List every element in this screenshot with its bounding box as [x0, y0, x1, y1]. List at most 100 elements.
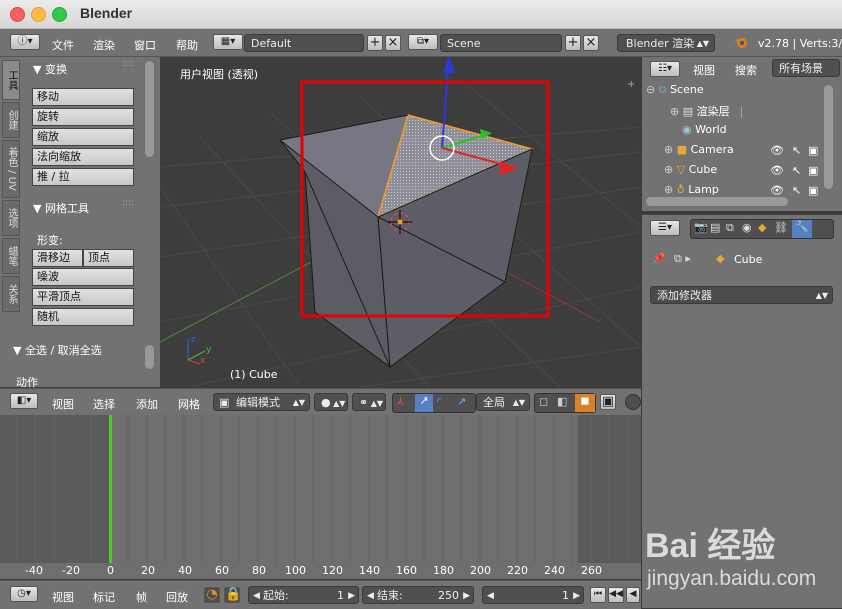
selectable-cursor-icon[interactable]: ↖ [792, 144, 801, 157]
move-button[interactable]: 移动 [32, 88, 134, 106]
render-tab-icon[interactable]: 📷 [694, 221, 708, 234]
mode-select[interactable]: ▣ 编辑模式 ▲▼ [213, 393, 310, 411]
menu-frame[interactable]: 帧 [136, 589, 147, 605]
tab-tools[interactable]: 工具 [2, 60, 20, 100]
transform-panel-header[interactable]: ▼ 变换 [33, 61, 67, 77]
renderable-camera-icon[interactable]: ▣ [808, 184, 818, 197]
tab-relations[interactable]: 关系 [2, 276, 20, 312]
increment-icon[interactable]: ▶ [573, 587, 580, 605]
selectable-cursor-icon[interactable]: ↖ [792, 164, 801, 177]
outliner-h-scrollbar[interactable] [646, 197, 788, 206]
visibility-eye-icon[interactable]: 👁 [770, 144, 784, 157]
select-mode-group[interactable]: ◻ ◧ ◼ [534, 393, 596, 413]
menu-render[interactable]: 渲染 [93, 37, 115, 53]
render-layers-tab-icon[interactable]: ▤ [710, 221, 720, 234]
menu-add[interactable]: 添加 [136, 396, 158, 412]
outliner-row-render-layers[interactable]: ⊕ ▤ 渲染层 | [670, 103, 820, 123]
tab-create[interactable]: 创建 [2, 102, 20, 138]
object-tab-icon[interactable]: ◆ [758, 221, 766, 234]
remove-screen-icon[interactable]: × [385, 35, 401, 51]
select-all-panel-header[interactable]: ▼ 全选 / 取消全选 [13, 342, 102, 358]
mesh-tools-panel-header[interactable]: ▼ 网格工具 [33, 200, 89, 216]
noise-button[interactable]: 噪波 [32, 268, 134, 286]
decrement-icon[interactable]: ◀ [487, 587, 494, 605]
viewport-shading-select[interactable]: ● ▲▼ [314, 393, 348, 411]
menu-help[interactable]: 帮助 [176, 37, 198, 53]
menu-mesh[interactable]: 网格 [178, 396, 200, 412]
editor-type-timeline-icon[interactable]: ◷▾ [10, 586, 38, 602]
occlude-geometry-icon[interactable]: ▣ [600, 394, 616, 410]
pivot-point-select[interactable]: ⚭ ▲▼ [352, 393, 386, 411]
menu-playback[interactable]: 回放 [166, 589, 188, 605]
outliner-filter-select[interactable]: 所有场景 [772, 59, 840, 77]
scene-icon[interactable]: ⧉▾ [408, 34, 438, 50]
operator-scrollbar[interactable] [145, 345, 154, 369]
outliner-scrollbar[interactable] [824, 85, 833, 189]
screen-layout-icon[interactable]: ▦▾ [213, 34, 243, 50]
editor-type-properties-icon[interactable]: ☰▾ [650, 220, 680, 236]
editor-type-info-button[interactable]: ⓘ▾ [10, 34, 40, 50]
jump-keyframe-back-icon[interactable]: ◀◀ [608, 587, 624, 603]
screen-layout-field[interactable]: Default [244, 34, 364, 52]
remove-scene-icon[interactable]: × [583, 35, 599, 51]
scene-field[interactable]: Scene [440, 34, 562, 52]
start-frame-field[interactable]: ◀ 起始: 1 ▶ [248, 586, 359, 604]
tools-scrollbar[interactable] [145, 61, 154, 157]
menu-window[interactable]: 窗口 [134, 37, 156, 53]
vertex-select-icon[interactable]: ◻ [539, 395, 548, 408]
timeline-area[interactable] [0, 415, 641, 579]
modifiers-wrench-tab-icon[interactable]: 🔧 [792, 220, 812, 238]
drag-handle-icon[interactable]: :::: [122, 59, 134, 69]
outliner-menu-view[interactable]: 视图 [693, 62, 715, 78]
smooth-vertex-button[interactable]: 平滑顶点 [32, 288, 134, 306]
scale-manipulator-icon[interactable]: ↗ [457, 395, 466, 408]
jump-start-icon[interactable]: ⏮ [590, 587, 606, 603]
menu-marker[interactable]: 标记 [93, 589, 115, 605]
rotate-manipulator-icon[interactable]: ◜ [437, 395, 441, 408]
zoom-window-button[interactable] [52, 7, 67, 22]
outliner-row-world[interactable]: ◉ World [682, 123, 822, 143]
editor-type-outliner-icon[interactable]: ☷▾ [650, 61, 680, 77]
cube-mesh[interactable] [279, 114, 535, 369]
close-window-button[interactable] [10, 7, 25, 22]
increment-icon[interactable]: ▶ [463, 587, 470, 605]
menu-timeline-view[interactable]: 视图 [52, 589, 74, 605]
rotate-button[interactable]: 旋转 [32, 108, 134, 126]
manipulator-toggle-icon[interactable]: ⅄ [397, 395, 404, 408]
menu-view[interactable]: 视图 [52, 396, 74, 412]
slide-edge-button[interactable]: 滑移边 [32, 249, 83, 267]
properties-context-tabs[interactable]: 📷 ▤ ⧉ ◉ ◆ ⛓ 🔧 [690, 219, 834, 239]
scene-tab-icon[interactable]: ⧉ [726, 221, 734, 235]
face-select-icon[interactable]: ◼ [575, 394, 595, 412]
play-reverse-icon[interactable]: ◀ [626, 587, 640, 603]
render-engine-select[interactable]: Blender 渲染 ▲▼ [617, 34, 715, 52]
selectable-cursor-icon[interactable]: ↖ [792, 184, 801, 197]
add-screen-icon[interactable]: + [367, 35, 383, 51]
menu-select[interactable]: 选择 [93, 396, 115, 412]
drag-handle-icon[interactable]: :::: [122, 198, 134, 208]
vertex-slide-button[interactable]: 顶点 [83, 249, 134, 267]
manipulator-toggle-group[interactable]: ⅄ ↗ ◜ ↗ [392, 393, 476, 413]
increment-icon[interactable]: ▶ [348, 587, 355, 605]
minimize-window-button[interactable] [31, 7, 46, 22]
outliner-menu-search[interactable]: 搜索 [735, 62, 757, 78]
outliner-row-scene[interactable]: ⊖ ⧉ Scene [646, 83, 826, 103]
renderable-camera-icon[interactable]: ▣ [808, 144, 818, 157]
end-frame-field[interactable]: ◀ 结束: 250 ▶ [362, 586, 474, 604]
current-frame-field[interactable]: ◀ 1 ▶ [482, 586, 584, 604]
3d-viewport[interactable]: z y x 用户视图 (透视) (1) Cube + [160, 57, 641, 387]
preview-range-icon[interactable]: ◔ [204, 587, 220, 603]
viewport-scene[interactable]: z y x [160, 57, 641, 387]
proportional-editing-icon[interactable] [625, 394, 641, 410]
add-scene-icon[interactable]: + [565, 35, 581, 51]
translate-manipulator-icon[interactable]: ↗ [415, 394, 433, 412]
tab-shading-uv[interactable]: 着色 / UV [2, 140, 20, 198]
visibility-eye-icon[interactable]: 👁 [770, 164, 784, 177]
editor-type-3d-view-icon[interactable]: ◧▾ [10, 393, 38, 409]
add-modifier-select[interactable]: 添加修改器 ▲▼ [650, 286, 833, 304]
lock-icon[interactable]: 🔒 [224, 587, 241, 603]
tab-grease-pencil[interactable]: 蜡笔 [2, 238, 20, 274]
menu-file[interactable]: 文件 [52, 37, 74, 53]
visibility-eye-icon[interactable]: 👁 [770, 184, 784, 197]
pin-icon[interactable]: 📌 [652, 252, 666, 265]
